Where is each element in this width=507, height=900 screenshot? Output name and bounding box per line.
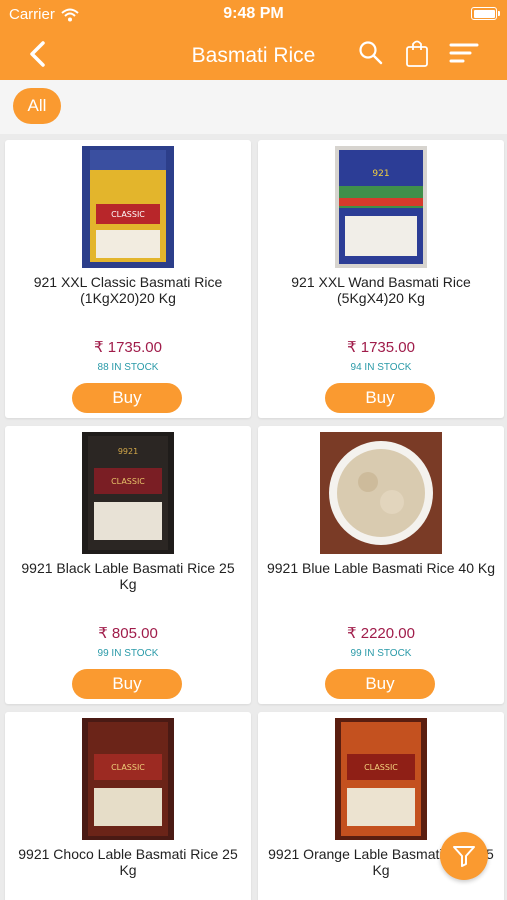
product-name: 921 XXL Wand Basmati Rice (5KgX4)20 Kg — [291, 274, 471, 306]
product-price: ₹ 1735.00 — [347, 339, 415, 356]
product-image[interactable]: CLASSIC 9921 — [82, 432, 174, 554]
product-image[interactable] — [320, 432, 442, 554]
svg-text:CLASSIC: CLASSIC — [111, 763, 145, 772]
filter-button[interactable] — [440, 832, 488, 880]
product-name: 921 XXL Classic Basmati Rice (1KgX20)20 … — [33, 274, 223, 306]
product-price: ₹ 1735.00 — [94, 339, 162, 356]
product-name: 9921 Choco Lable Basmati Rice 25 Kg — [18, 846, 238, 878]
product-price: ₹ 2220.00 — [347, 625, 415, 642]
buy-button[interactable]: Buy — [325, 669, 435, 699]
stock-label: IN STOCK — [111, 362, 159, 373]
product-image[interactable]: CLASSIC — [335, 718, 427, 840]
svg-text:921: 921 — [372, 169, 389, 179]
stock-label: IN STOCK — [364, 362, 412, 373]
product-card[interactable]: 921 921 XXL Wand Basmati Rice (5KgX4)20 … — [258, 140, 504, 418]
product-card[interactable]: CLASSIC 9921 9921 Black Lable Basmati Ri… — [5, 426, 251, 704]
filter-icon — [453, 846, 475, 867]
svg-text:CLASSIC: CLASSIC — [111, 210, 145, 219]
stock-status: 99 IN STOCK — [5, 648, 251, 659]
stock-status: 99 IN STOCK — [258, 648, 504, 659]
stock-label: IN STOCK — [111, 648, 159, 659]
product-price: ₹ 805.00 — [98, 625, 158, 642]
stock-count: 99 — [97, 648, 109, 659]
product-image[interactable]: 921 — [335, 146, 427, 268]
product-name: 9921 Blue Lable Basmati Rice 40 Kg — [266, 560, 496, 576]
svg-text:CLASSIC: CLASSIC — [111, 477, 145, 486]
stock-status: 94 IN STOCK — [258, 362, 504, 373]
product-name: 9921 Black Lable Basmati Rice 25 Kg — [21, 560, 235, 592]
stock-count: 99 — [350, 648, 362, 659]
product-image[interactable]: CLASSIC — [82, 718, 174, 840]
stock-status: 88 IN STOCK — [5, 362, 251, 373]
stock-count: 94 — [350, 362, 362, 373]
product-image[interactable]: CLASSIC — [82, 146, 174, 268]
stock-label: IN STOCK — [364, 648, 412, 659]
product-card[interactable]: CLASSIC 9921 Choco Lable Basmati Rice 25… — [5, 712, 251, 900]
product-card[interactable]: CLASSIC 921 XXL Classic Basmati Rice (1K… — [5, 140, 251, 418]
buy-button[interactable]: Buy — [72, 669, 182, 699]
product-card[interactable]: 9921 Blue Lable Basmati Rice 40 Kg ₹ 222… — [258, 426, 504, 704]
buy-button[interactable]: Buy — [72, 383, 182, 413]
product-grid: CLASSIC 921 XXL Classic Basmati Rice (1K… — [0, 0, 507, 900]
svg-text:CLASSIC: CLASSIC — [364, 763, 398, 772]
stock-count: 88 — [97, 362, 109, 373]
buy-button[interactable]: Buy — [325, 383, 435, 413]
svg-text:9921: 9921 — [118, 447, 138, 456]
